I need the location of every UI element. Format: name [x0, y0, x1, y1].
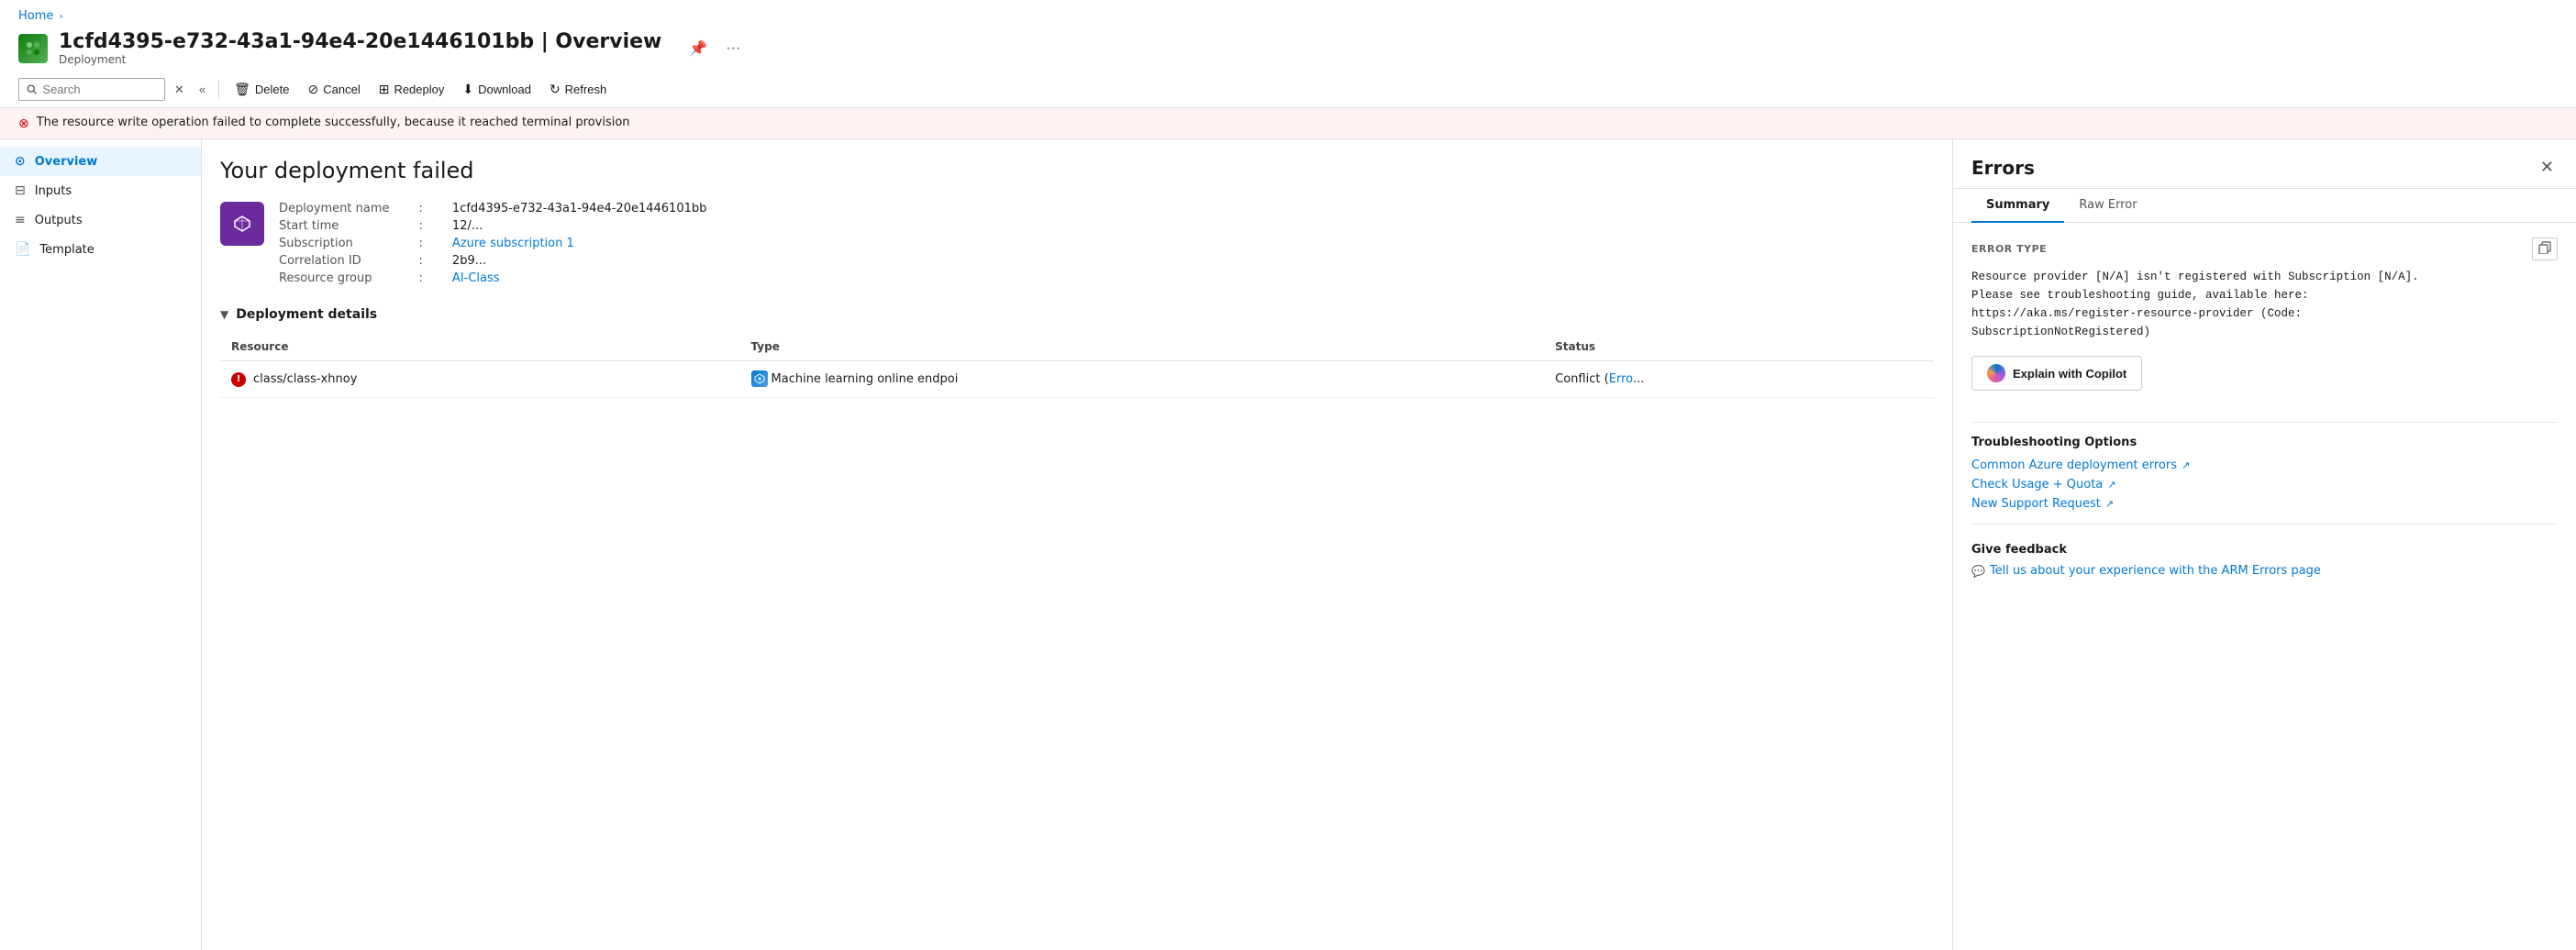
- deployment-info: Deployment name : 1cfd4395-e732-43a1-94e…: [220, 202, 1934, 285]
- download-button[interactable]: ⬇ Download: [455, 77, 539, 102]
- resource-group-link[interactable]: AI-Class: [452, 271, 706, 285]
- header-actions: 📌 ···: [683, 36, 746, 61]
- copilot-icon: [1987, 364, 2005, 382]
- page-title: 1cfd4395-e732-43a1-94e4-20e1446101bb | O…: [59, 30, 661, 53]
- feedback-link[interactable]: 💬 Tell us about your experience with the…: [1971, 564, 2558, 578]
- divider-2: [1971, 524, 2558, 525]
- deployment-icon: [220, 202, 264, 246]
- deployment-details-title: Deployment details: [236, 307, 377, 322]
- page-title-block: 1cfd4395-e732-43a1-94e4-20e1446101bb | O…: [59, 30, 661, 66]
- download-icon: ⬇: [462, 82, 473, 97]
- give-feedback-title: Give feedback: [1971, 543, 2558, 557]
- inputs-icon: ⊟: [15, 183, 26, 198]
- sidebar-item-inputs[interactable]: ⊟ Inputs: [0, 176, 201, 205]
- status-conflict: Conflict (: [1555, 372, 1609, 386]
- breadcrumb[interactable]: Home ›: [0, 0, 2576, 27]
- template-icon: 📄: [15, 242, 30, 257]
- error-text: Resource provider [N/A] isn't registered…: [1971, 268, 2558, 341]
- content-wrapper: ⊙ Overview ⊟ Inputs ≡ Outputs 📄 Template…: [0, 139, 2576, 950]
- refresh-button[interactable]: ↻ Refresh: [542, 77, 614, 102]
- collapse-chevron: ▼: [220, 308, 228, 321]
- deployment-failed-title: Your deployment failed: [220, 158, 1934, 183]
- tab-summary[interactable]: Summary: [1971, 189, 2064, 223]
- row-resource: ! class/class-xhnoy: [220, 361, 740, 398]
- redeploy-button[interactable]: ⊞ Redeploy: [372, 77, 452, 102]
- subscription-link[interactable]: Azure subscription 1: [452, 237, 706, 250]
- correlation-id-value: 2b9...: [452, 254, 706, 268]
- sidebar-item-template[interactable]: 📄 Template: [0, 235, 201, 264]
- refresh-icon: ↻: [550, 82, 561, 97]
- errors-panel: Errors ✕ Summary Raw Error ERROR TYPE: [1952, 139, 2576, 950]
- search-icon: [27, 83, 37, 95]
- page-icon: [18, 34, 48, 63]
- delete-icon: 🗑: [234, 82, 250, 97]
- external-link-icon-3: ↗: [2105, 498, 2114, 510]
- deployment-details-header[interactable]: ▼ Deployment details: [220, 307, 1934, 322]
- resource-group-label: Resource group: [279, 271, 390, 285]
- deployment-meta: Deployment name : 1cfd4395-e732-43a1-94e…: [279, 202, 736, 285]
- panel-title: Errors: [1971, 157, 2035, 179]
- row-type: Machine learning online endpoi: [740, 361, 1545, 398]
- error-banner: ⊗ The resource write operation failed to…: [0, 108, 2576, 139]
- ml-type-cell: Machine learning online endpoi: [751, 370, 959, 387]
- page-header: 1cfd4395-e732-43a1-94e4-20e1446101bb | O…: [0, 27, 2576, 72]
- search-input[interactable]: [42, 83, 157, 96]
- pin-button[interactable]: 📌: [683, 36, 713, 61]
- sidebar-item-overview[interactable]: ⊙ Overview: [0, 147, 201, 176]
- troubleshoot-title: Troubleshooting Options: [1971, 436, 2558, 449]
- copy-icon: [2538, 241, 2551, 254]
- col-type: Type: [740, 333, 1545, 361]
- external-link-icon-1: ↗: [2182, 459, 2190, 471]
- common-azure-errors-link[interactable]: Common Azure deployment errors ↗: [1971, 458, 2558, 472]
- row-status: Conflict (Erro...: [1544, 361, 1934, 398]
- feedback-icon: 💬: [1971, 565, 1985, 578]
- panel-tabs: Summary Raw Error: [1953, 189, 2576, 223]
- col-resource: Resource: [220, 333, 740, 361]
- deployment-name-value: 1cfd4395-e732-43a1-94e4-20e1446101bb: [452, 202, 706, 215]
- collapse-button[interactable]: «: [194, 79, 211, 100]
- new-support-request-link[interactable]: New Support Request ↗: [1971, 497, 2558, 511]
- subscription-label: Subscription: [279, 237, 390, 250]
- close-panel-button[interactable]: ✕: [2537, 154, 2558, 181]
- panel-content: ERROR TYPE Resource provider [N/A] isn't…: [1953, 223, 2576, 950]
- outputs-icon: ≡: [15, 213, 26, 227]
- start-time-value: 12/...: [452, 219, 706, 233]
- error-banner-text: The resource write operation failed to c…: [37, 116, 630, 129]
- redeploy-icon: ⊞: [379, 82, 390, 97]
- more-button[interactable]: ···: [720, 37, 746, 61]
- toolbar: ✕ « 🗑 Delete ⊘ Cancel ⊞ Redeploy ⬇ Downl…: [0, 72, 2576, 108]
- start-time-label: Start time: [279, 219, 390, 233]
- error-type-header: ERROR TYPE: [1971, 238, 2558, 260]
- ml-type-icon: [751, 370, 768, 387]
- error-banner-icon: ⊗: [18, 116, 29, 131]
- status-error-link[interactable]: Erro: [1609, 372, 1633, 386]
- cancel-button[interactable]: ⊘ Cancel: [301, 77, 368, 102]
- breadcrumb-separator: ›: [59, 10, 62, 22]
- explain-copilot-button[interactable]: Explain with Copilot: [1971, 356, 2142, 391]
- delete-button[interactable]: 🗑 Delete: [227, 77, 296, 102]
- panel-header: Errors ✕: [1953, 139, 2576, 189]
- deployment-name-label: Deployment name: [279, 202, 390, 215]
- search-box[interactable]: [18, 78, 165, 101]
- external-link-icon-2: ↗: [2107, 479, 2115, 491]
- row-error-dot: !: [231, 372, 246, 387]
- sidebar-item-outputs[interactable]: ≡ Outputs: [0, 205, 201, 235]
- deployment-details-table: Resource Type Status ! class/class-xhnoy: [220, 333, 1934, 398]
- clear-search-button[interactable]: ✕: [169, 79, 190, 101]
- cancel-icon: ⊘: [308, 82, 319, 97]
- divider-1: [1971, 422, 2558, 423]
- home-link[interactable]: Home: [18, 9, 53, 23]
- col-status: Status: [1544, 333, 1934, 361]
- copy-error-button[interactable]: [2532, 238, 2558, 260]
- tab-raw-error[interactable]: Raw Error: [2064, 189, 2151, 223]
- table-row: ! class/class-xhnoy: [220, 361, 1934, 398]
- overview-icon: ⊙: [15, 154, 26, 169]
- check-usage-quota-link[interactable]: Check Usage + Quota ↗: [1971, 478, 2558, 492]
- sidebar: ⊙ Overview ⊟ Inputs ≡ Outputs 📄 Template: [0, 139, 202, 950]
- page-subtitle: Deployment: [59, 53, 661, 66]
- main-content: Your deployment failed Deployment name :…: [202, 139, 1952, 950]
- toolbar-divider-1: [218, 81, 219, 99]
- correlation-id-label: Correlation ID: [279, 254, 390, 268]
